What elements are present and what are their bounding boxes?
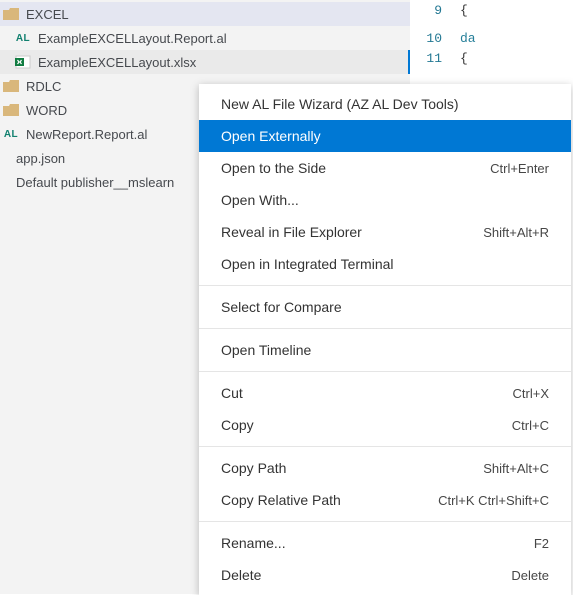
menu-separator xyxy=(199,328,571,329)
menu-open-externally[interactable]: Open Externally xyxy=(199,120,571,152)
menu-shortcut: Delete xyxy=(511,568,549,583)
menu-separator xyxy=(199,446,571,447)
menu-label: Delete xyxy=(221,567,261,583)
menu-label: New AL File Wizard (AZ AL Dev Tools) xyxy=(221,96,459,112)
folder-icon xyxy=(2,77,20,95)
file-label: NewReport.Report.al xyxy=(26,127,147,142)
menu-select-compare[interactable]: Select for Compare xyxy=(199,291,571,323)
code-line[interactable]: 11 { xyxy=(410,48,573,68)
menu-open-terminal[interactable]: Open in Integrated Terminal xyxy=(199,248,571,280)
menu-label: Open With... xyxy=(221,192,299,208)
menu-new-al-wizard[interactable]: New AL File Wizard (AZ AL Dev Tools) xyxy=(199,88,571,120)
menu-copy-relative-path[interactable]: Copy Relative Path Ctrl+K Ctrl+Shift+C xyxy=(199,484,571,516)
menu-rename[interactable]: Rename... F2 xyxy=(199,527,571,559)
excel-file-icon xyxy=(14,53,32,71)
menu-delete[interactable]: Delete Delete xyxy=(199,559,571,591)
file-example-report-al[interactable]: AL ExampleEXCELLayout.Report.al xyxy=(0,26,410,50)
menu-shortcut: Ctrl+Enter xyxy=(490,161,549,176)
menu-label: Cut xyxy=(221,385,243,401)
menu-label: Select for Compare xyxy=(221,299,342,315)
code-line[interactable]: 9 { xyxy=(410,0,573,20)
code-text: { xyxy=(460,3,468,18)
menu-separator xyxy=(199,285,571,286)
menu-shortcut: Shift+Alt+R xyxy=(483,225,549,240)
al-file-icon: AL xyxy=(14,29,32,47)
menu-shortcut: F2 xyxy=(534,536,549,551)
line-number: 9 xyxy=(410,3,460,18)
folder-icon xyxy=(2,101,20,119)
folder-label: RDLC xyxy=(26,79,61,94)
menu-cut[interactable]: Cut Ctrl+X xyxy=(199,377,571,409)
menu-label: Reveal in File Explorer xyxy=(221,224,362,240)
menu-open-to-side[interactable]: Open to the Side Ctrl+Enter xyxy=(199,152,571,184)
menu-shortcut: Ctrl+X xyxy=(513,386,549,401)
menu-label: Open Timeline xyxy=(221,342,311,358)
file-example-xlsx[interactable]: ExampleEXCELLayout.xlsx xyxy=(0,50,410,74)
menu-shortcut: Ctrl+C xyxy=(512,418,549,433)
menu-copy-path[interactable]: Copy Path Shift+Alt+C xyxy=(199,452,571,484)
code-text: { xyxy=(460,51,468,66)
folder-excel[interactable]: EXCEL xyxy=(0,2,410,26)
menu-label: Open in Integrated Terminal xyxy=(221,256,394,272)
file-label: ExampleEXCELLayout.xlsx xyxy=(38,55,196,70)
menu-shortcut: Shift+Alt+C xyxy=(483,461,549,476)
line-number: 11 xyxy=(410,51,460,66)
menu-open-timeline[interactable]: Open Timeline xyxy=(199,334,571,366)
code-text: da xyxy=(460,31,476,46)
menu-label: Rename... xyxy=(221,535,286,551)
line-number: 10 xyxy=(410,31,460,46)
menu-separator xyxy=(199,521,571,522)
al-file-icon: AL xyxy=(2,125,20,143)
menu-reveal-explorer[interactable]: Reveal in File Explorer Shift+Alt+R xyxy=(199,216,571,248)
menu-label: Copy Path xyxy=(221,460,286,476)
context-menu: New AL File Wizard (AZ AL Dev Tools) Ope… xyxy=(199,84,571,595)
folder-icon xyxy=(2,5,20,23)
menu-open-with[interactable]: Open With... xyxy=(199,184,571,216)
menu-label: Copy Relative Path xyxy=(221,492,341,508)
menu-label: Copy xyxy=(221,417,254,433)
menu-label: Open Externally xyxy=(221,128,321,144)
folder-label: WORD xyxy=(26,103,67,118)
folder-label: EXCEL xyxy=(26,7,69,22)
menu-separator xyxy=(199,371,571,372)
file-label: ExampleEXCELLayout.Report.al xyxy=(38,31,227,46)
file-label: Default publisher__mslearn xyxy=(16,175,174,190)
code-line[interactable]: 10 da xyxy=(410,28,573,48)
menu-shortcut: Ctrl+K Ctrl+Shift+C xyxy=(438,493,549,508)
file-label: app.json xyxy=(16,151,65,166)
menu-copy[interactable]: Copy Ctrl+C xyxy=(199,409,571,441)
menu-label: Open to the Side xyxy=(221,160,326,176)
